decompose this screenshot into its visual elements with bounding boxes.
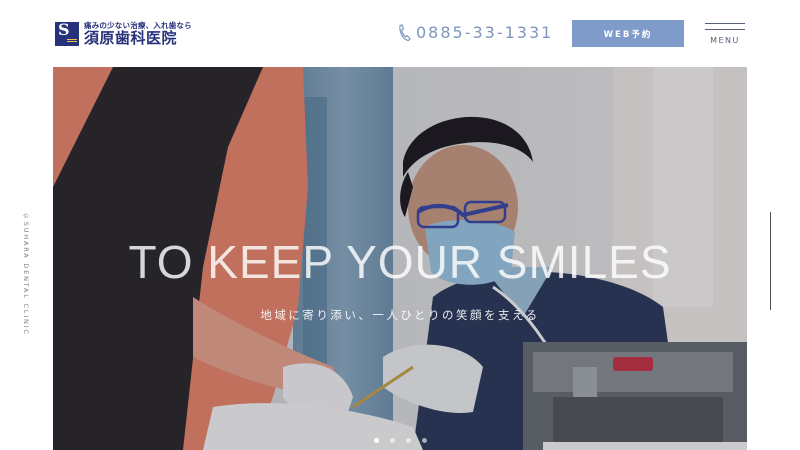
hamburger-icon	[705, 23, 745, 24]
slider-dot-3[interactable]	[405, 438, 411, 443]
phone-icon	[399, 23, 411, 41]
hero-slider[interactable]: TO KEEP YOUR SMILES 地域に寄り添い、一人ひとりの笑顔を支える	[53, 67, 747, 450]
logo-mark-letter: S	[58, 22, 70, 39]
hero-headline: TO KEEP YOUR SMILES	[128, 236, 672, 288]
hero-subline: 地域に寄り添い、一人ひとりの笑顔を支える	[260, 308, 540, 322]
clinic-name: 須原歯科医院	[84, 29, 178, 47]
menu-button[interactable]: MENU	[705, 23, 745, 47]
scroll-indicator-line	[770, 212, 771, 310]
side-copyright: ©SUHARA DENTAL CLINIC	[22, 212, 30, 336]
phone-link[interactable]: 0885-33-1331	[397, 23, 553, 42]
slider-dot-2[interactable]	[389, 438, 395, 443]
logo-mark: S	[55, 22, 79, 46]
slider-dot-1[interactable]	[373, 438, 379, 443]
menu-label: MENU	[710, 36, 740, 45]
slider-dots	[53, 438, 747, 443]
web-reservation-button[interactable]: WEB予約	[572, 20, 684, 47]
phone-number: 0885-33-1331	[416, 23, 554, 42]
site-logo[interactable]: S 痛みの少ない治療、入れ歯なら 須原歯科医院	[55, 21, 192, 47]
slider-dot-4[interactable]	[421, 438, 427, 443]
